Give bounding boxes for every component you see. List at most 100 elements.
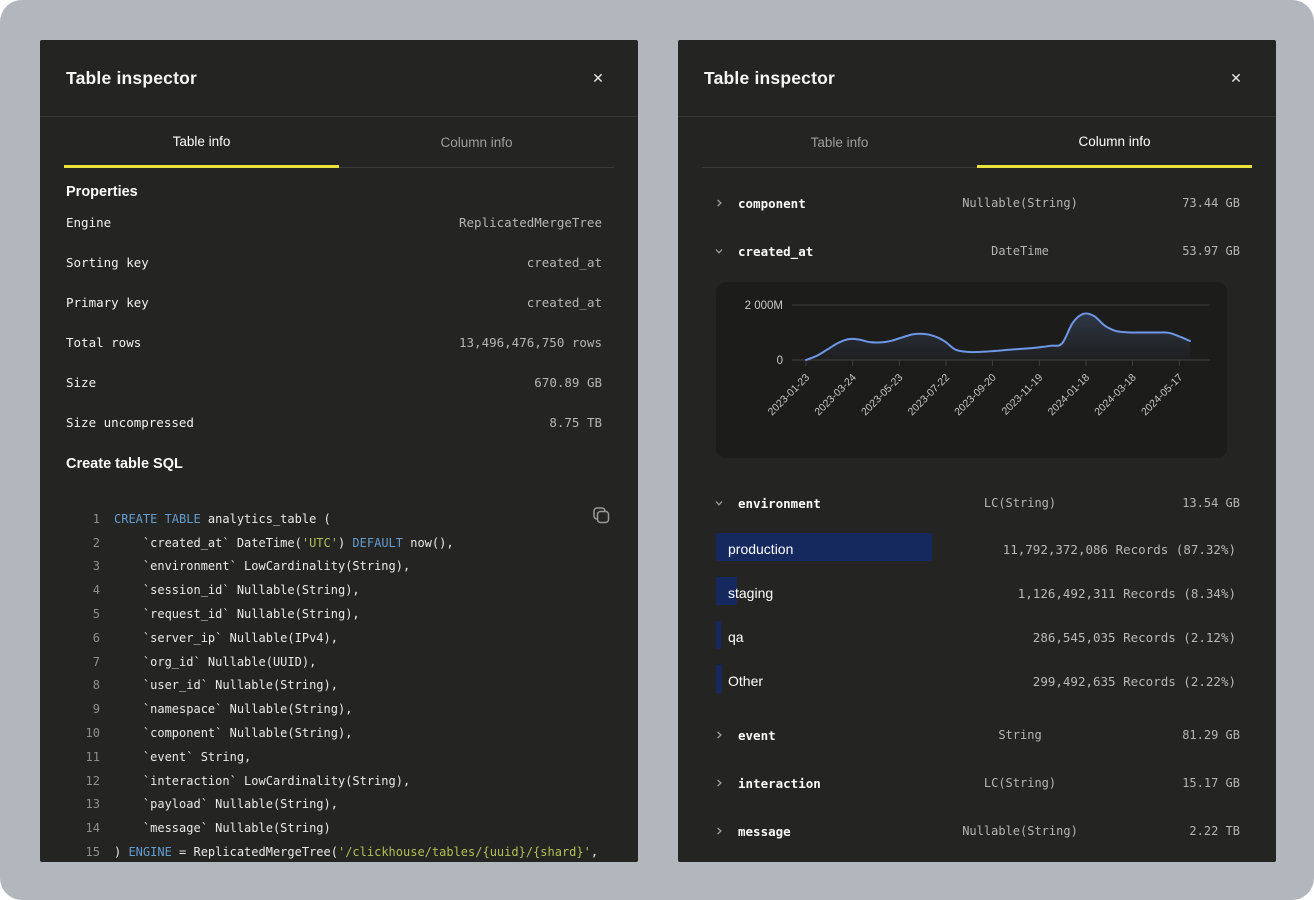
column-row-component[interactable]: componentNullable(String)73.44 GB bbox=[704, 179, 1250, 227]
property-label: Size bbox=[66, 375, 96, 390]
chevron-right-icon bbox=[714, 826, 724, 836]
svg-text:2023-03-24: 2023-03-24 bbox=[812, 372, 859, 419]
sql-line: 1CREATE TABLE analytics_table ( bbox=[66, 507, 612, 531]
column-size: 13.54 GB bbox=[1182, 496, 1250, 510]
table-inspector-modal-left: Table inspector ✕ Table info Column info… bbox=[40, 40, 638, 862]
environment-value-row-qa: qa286,545,035 Records (2.12%) bbox=[704, 615, 1250, 659]
chevron-right-icon bbox=[714, 198, 724, 208]
chevron-down-icon bbox=[714, 498, 724, 508]
line-number: 14 bbox=[66, 821, 100, 835]
svg-text:2023-11-19: 2023-11-19 bbox=[1000, 372, 1046, 418]
value-records: 1,126,492,311 Records (8.34%) bbox=[1018, 586, 1250, 601]
sql-line: 5 `request_id` Nullable(String), bbox=[66, 602, 612, 626]
property-label: Size uncompressed bbox=[66, 415, 194, 430]
column-size: 53.97 GB bbox=[1182, 244, 1250, 258]
tab-column-info[interactable]: Column info bbox=[977, 117, 1252, 168]
line-number: 9 bbox=[66, 702, 100, 716]
line-number: 4 bbox=[66, 583, 100, 597]
line-number: 8 bbox=[66, 678, 100, 692]
property-label: Engine bbox=[66, 215, 111, 230]
value-label: Other bbox=[728, 673, 763, 689]
column-size: 2.22 TB bbox=[1189, 824, 1250, 838]
environment-value-row-staging: staging 1,126,492,311 Records (8.34%) bbox=[704, 571, 1250, 615]
sql-line: 6 `server_ip` Nullable(IPv4), bbox=[66, 626, 612, 650]
property-value: 8.75 TB bbox=[549, 415, 612, 430]
sql-line: 14 `message` Nullable(String) bbox=[66, 816, 612, 840]
property-row: Size uncompressed 8.75 TB bbox=[66, 402, 612, 442]
tab-column-info[interactable]: Column info bbox=[339, 117, 614, 168]
expand-toggle[interactable] bbox=[704, 198, 726, 208]
sql-line: 10 `component` Nullable(String), bbox=[66, 721, 612, 745]
svg-text:2023-05-23: 2023-05-23 bbox=[859, 372, 906, 419]
property-row: Engine ReplicatedMergeTree bbox=[66, 202, 612, 242]
line-number: 6 bbox=[66, 631, 100, 645]
column-size: 81.29 GB bbox=[1182, 728, 1250, 742]
column-row-interaction[interactable]: interaction LC(String) 15.17 GB bbox=[704, 759, 1250, 807]
column-name: environment bbox=[738, 496, 821, 511]
svg-text:2023-07-22: 2023-07-22 bbox=[906, 372, 953, 419]
column-row-message[interactable]: messageNullable(String)2.22 TB bbox=[704, 807, 1250, 855]
close-icon: ✕ bbox=[1230, 70, 1242, 87]
sql-line: 9 `namespace` Nullable(String), bbox=[66, 697, 612, 721]
expand-toggle[interactable] bbox=[704, 246, 726, 256]
create-table-sql-heading: Create table SQL bbox=[66, 454, 612, 474]
sql-code-block: 1CREATE TABLE analytics_table (2 `create… bbox=[66, 507, 612, 862]
environment-value-list: production11,792,372,086 Records (87.32%… bbox=[704, 527, 1250, 703]
property-value: 13,496,476,750 rows bbox=[459, 335, 612, 350]
created-at-distribution-chart: 2 000M02023-01-232023-03-242023-05-23202… bbox=[716, 282, 1227, 458]
page-background: Table inspector ✕ Table info Column info… bbox=[0, 0, 1314, 900]
column-name: event bbox=[738, 728, 776, 743]
environment-value-row-production: production11,792,372,086 Records (87.32%… bbox=[704, 527, 1250, 571]
tab-table-info[interactable]: Table info bbox=[64, 117, 339, 168]
close-icon: ✕ bbox=[592, 70, 604, 87]
copy-sql-button[interactable] bbox=[588, 503, 614, 529]
table-info-panel[interactable]: Properties EngineReplicatedMergeTreeSort… bbox=[40, 168, 638, 862]
value-records: 11,792,372,086 Records (87.32%) bbox=[1003, 542, 1250, 557]
sql-line: 15) ENGINE = ReplicatedMergeTree('/click… bbox=[66, 840, 612, 862]
property-row: Total rows13,496,476,750 rows bbox=[66, 322, 612, 362]
column-name: message bbox=[738, 824, 791, 839]
modal-header: Table inspector ✕ bbox=[678, 40, 1276, 117]
property-value: ReplicatedMergeTree bbox=[459, 215, 612, 230]
sql-line: 2 `created_at` DateTime('UTC') DEFAULT n… bbox=[66, 531, 612, 555]
column-info-panel[interactable]: componentNullable(String)73.44 GBcreated… bbox=[678, 168, 1276, 862]
column-row-event[interactable]: eventString81.29 GB bbox=[704, 711, 1250, 759]
expand-toggle[interactable] bbox=[704, 498, 726, 508]
property-value: 670.89 GB bbox=[534, 375, 612, 390]
column-row-environment[interactable]: environmentLC(String)13.54 GB bbox=[704, 479, 1250, 527]
property-label: Primary key bbox=[66, 295, 149, 310]
area-chart-svg: 2 000M02023-01-232023-03-242023-05-23202… bbox=[716, 282, 1227, 458]
tab-bar: Table info Column info bbox=[678, 117, 1276, 168]
column-row-created_at[interactable]: created_atDateTime53.97 GB bbox=[704, 227, 1250, 275]
tab-table-info[interactable]: Table info bbox=[702, 117, 977, 168]
sql-line: 12 `interaction` LowCardinality(String), bbox=[66, 769, 612, 793]
column-size: 15.17 GB bbox=[1182, 776, 1250, 790]
column-name: interaction bbox=[738, 776, 821, 791]
column-type: LC(String) bbox=[984, 776, 1056, 790]
value-records: 299,492,635 Records (2.22%) bbox=[1033, 674, 1250, 689]
expand-toggle[interactable] bbox=[704, 778, 726, 788]
line-number: 15 bbox=[66, 845, 100, 859]
column-size: 73.44 GB bbox=[1182, 196, 1250, 210]
expand-toggle[interactable] bbox=[704, 730, 726, 740]
svg-text:0: 0 bbox=[777, 355, 783, 367]
sql-line: 4 `session_id` Nullable(String), bbox=[66, 578, 612, 602]
sql-line: 7 `org_id` Nullable(UUID), bbox=[66, 650, 612, 674]
svg-text:2023-01-23: 2023-01-23 bbox=[766, 372, 813, 419]
svg-text:2024-01-18: 2024-01-18 bbox=[1046, 372, 1093, 419]
sql-code: 1CREATE TABLE analytics_table (2 `create… bbox=[66, 507, 612, 862]
line-number: 5 bbox=[66, 607, 100, 621]
chevron-right-icon bbox=[714, 778, 724, 788]
line-number: 11 bbox=[66, 750, 100, 764]
properties-list: Engine ReplicatedMergeTree Sorting keycrea… bbox=[66, 202, 612, 442]
expand-toggle[interactable] bbox=[704, 826, 726, 836]
column-name: component bbox=[738, 196, 806, 211]
value-label: staging bbox=[728, 585, 773, 601]
close-button[interactable]: ✕ bbox=[584, 64, 612, 92]
line-number: 13 bbox=[66, 797, 100, 811]
value-bar bbox=[716, 665, 722, 693]
close-button[interactable]: ✕ bbox=[1222, 64, 1250, 92]
sql-line: 3 `environment` LowCardinality(String), bbox=[66, 555, 612, 579]
property-row: Sorting keycreated_at bbox=[66, 242, 612, 282]
value-bar bbox=[716, 621, 721, 649]
